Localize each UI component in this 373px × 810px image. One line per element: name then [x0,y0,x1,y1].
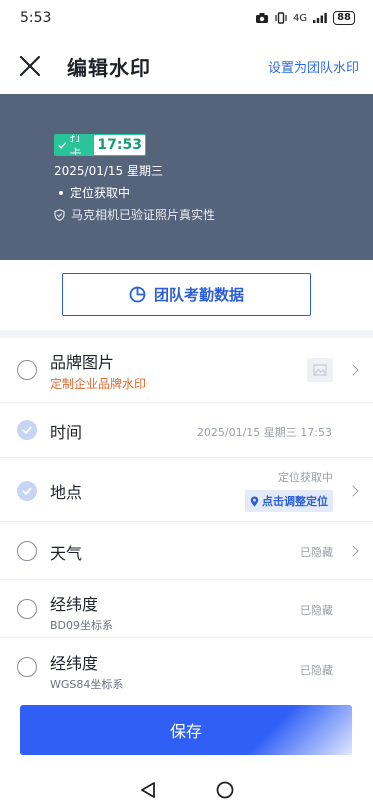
team-attendance-button[interactable]: 团队考勤数据 [62,273,311,316]
system-nav-bar [0,770,373,810]
status-time: 5:53 [20,10,52,26]
option-row-latlng-wgs84[interactable]: 经纬度 WGS84坐标系 已隐藏 [0,638,373,696]
bullet-dot [59,190,63,195]
watermark-card[interactable]: 打卡 17:53 2025/01/15 星期三 定位获取中 马克相机已验证照片真… [54,134,215,223]
status-icons: 4G 88 [255,11,355,25]
time-value: 2025/01/15 星期三 17:53 [196,426,332,439]
watermark-date: 2025/01/15 星期三 [54,164,163,178]
check-icon [22,487,32,495]
save-button-glare [222,705,352,755]
watermark-location: 定位获取中 [54,184,215,201]
watermark-time: 17:53 [94,135,145,155]
watermark-verify-text: 马克相机已验证照片真实性 [71,208,216,222]
chevron-right-icon [347,545,359,557]
time-title: 时间 [50,423,83,442]
shield-check-icon [54,208,65,221]
top-nav-bar: 编辑水印 设置为团队水印 [0,40,373,92]
team-data-section: 团队考勤数据 [0,260,373,330]
adjust-location-label: 点击调整定位 [262,495,328,508]
signal-icon [313,13,327,23]
option-row-weather[interactable]: 天气 已隐藏 [0,522,373,580]
chevron-right-icon [347,485,359,497]
clock-in-label: 打卡 [69,134,82,156]
section-divider [0,330,373,338]
clock-in-tag: 打卡 [55,134,95,156]
close-icon [19,55,41,77]
save-button[interactable]: 保存 [20,705,352,755]
location-status: 定位获取中 [278,471,333,484]
weather-text: 天气 [50,540,82,564]
watermark-header: 打卡 17:53 [54,134,146,156]
latlng-wgs84-text: 经纬度 WGS84坐标系 [50,650,123,692]
page-title: 编辑水印 [67,55,151,80]
brand-image-text: 品牌图片 定制企业品牌水印 [50,349,146,392]
watermark-preview: 打卡 17:53 2025/01/15 星期三 定位获取中 马克相机已验证照片真… [0,94,373,260]
latlng-wgs84-subtitle: WGS84坐标系 [50,678,124,691]
camera-icon [255,13,268,23]
battery-indicator: 88 [333,11,355,25]
weather-radio[interactable] [17,541,37,561]
status-bar: 5:53 4G 88 [0,0,373,36]
brand-image-title: 品牌图片 [50,353,115,372]
weather-title: 天气 [50,544,83,563]
watermark-verify: 马克相机已验证照片真实性 [54,206,215,223]
time-text: 时间 [50,419,82,443]
set-team-watermark-link[interactable]: 设置为团队水印 [268,57,359,76]
location-right: 定位获取中 点击调整定位 [245,469,333,512]
latlng-wgs84-title: 经纬度 [50,654,99,673]
location-title: 地点 [50,483,83,502]
brand-image-thumbnail [307,358,333,382]
latlng-bd09-text: 经纬度 BD09坐标系 [50,591,113,633]
brand-image-radio[interactable] [17,360,37,380]
option-row-location[interactable]: 地点 定位获取中 点击调整定位 [0,458,373,522]
team-attendance-label: 团队考勤数据 [153,286,244,304]
vibrate-icon [275,12,287,24]
check-icon [22,426,32,434]
latlng-bd09-subtitle: BD09坐标系 [50,619,114,632]
home-icon[interactable] [216,781,234,799]
weather-status: 已隐藏 [300,546,333,559]
close-button[interactable] [18,54,42,78]
image-placeholder-icon [313,364,327,376]
save-label: 保存 [169,722,202,741]
location-pin-icon [250,496,259,506]
latlng-bd09-title: 经纬度 [50,595,99,614]
time-checkbox[interactable] [17,420,37,440]
option-row-time[interactable]: 时间 2025/01/15 星期三 17:53 [0,403,373,458]
option-row-brand-image[interactable]: 品牌图片 定制企业品牌水印 [0,338,373,403]
watermark-location-text: 定位获取中 [70,186,131,200]
adjust-location-button[interactable]: 点击调整定位 [245,490,333,512]
check-icon [58,141,67,149]
option-row-latlng-bd09[interactable]: 经纬度 BD09坐标系 已隐藏 [0,580,373,638]
brand-image-subtitle: 定制企业品牌水印 [50,377,147,391]
network-type: 4G [292,12,308,24]
pie-chart-icon [129,286,146,303]
location-checkbox[interactable] [17,481,37,501]
location-text: 地点 [50,479,82,503]
latlng-bd09-status: 已隐藏 [300,604,333,617]
chevron-right-icon [347,364,359,376]
latlng-bd09-radio[interactable] [17,599,37,619]
back-icon[interactable] [140,781,156,799]
latlng-wgs84-status: 已隐藏 [300,664,333,677]
latlng-wgs84-radio[interactable] [17,657,37,677]
